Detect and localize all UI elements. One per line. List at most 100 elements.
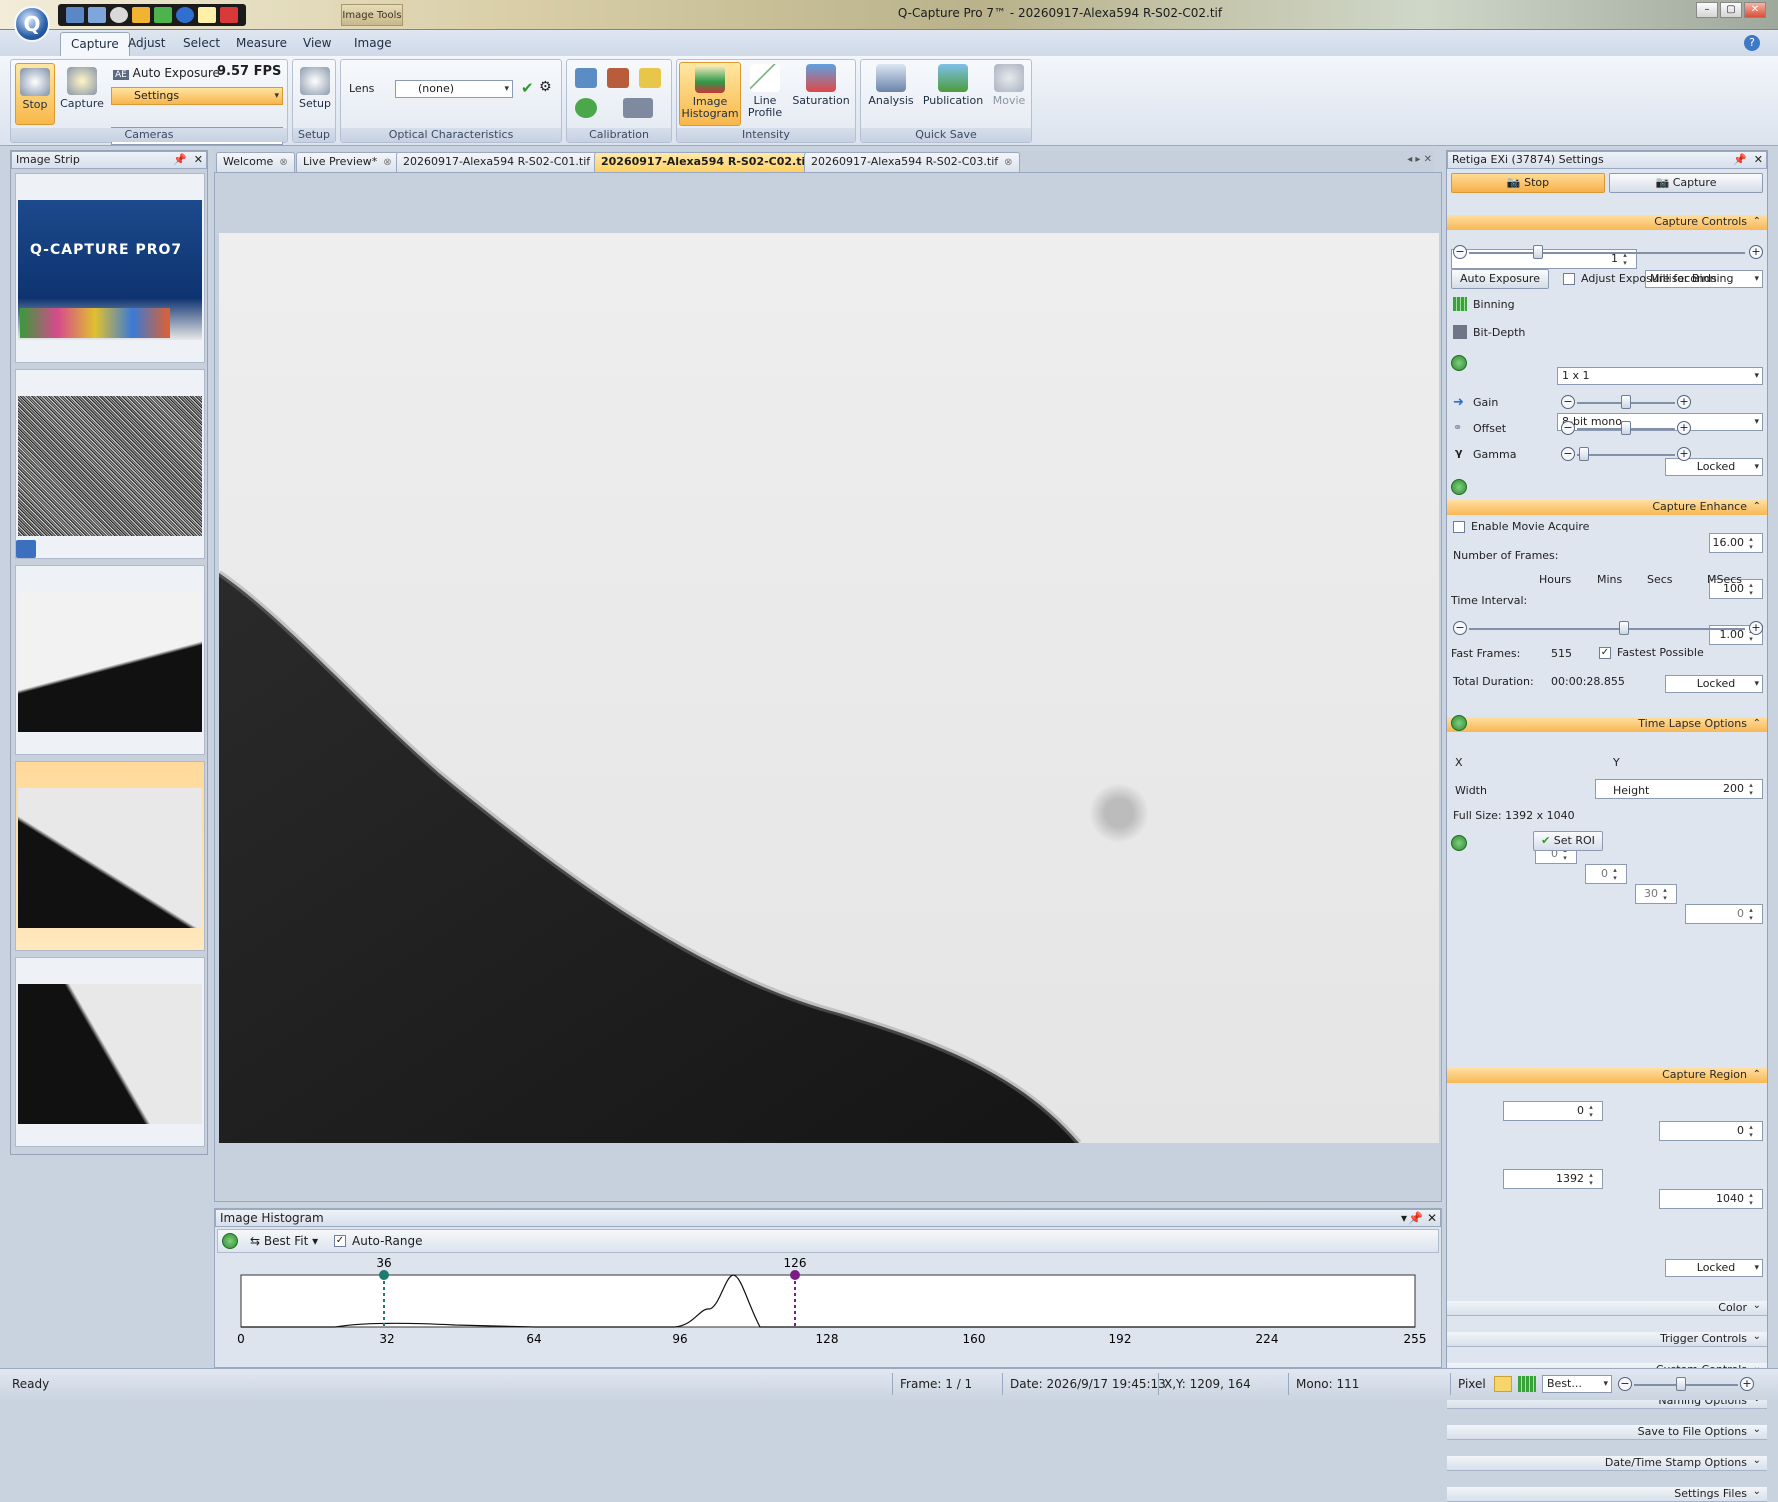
refresh-icon[interactable]	[1451, 715, 1467, 731]
transfer-icon[interactable]	[154, 7, 172, 23]
refresh-icon[interactable]	[1451, 835, 1467, 851]
tab-adjust[interactable]: Adjust	[118, 32, 176, 56]
image-histogram-button[interactable]: Image Histogram	[679, 62, 741, 126]
image-tools-context-tab[interactable]: Image Tools	[341, 4, 403, 26]
ruler-icon[interactable]	[639, 68, 661, 88]
settings-stop-button[interactable]: 📷 Stop	[1451, 173, 1605, 193]
doc-tab-c01[interactable]: 20260917-Alexa594 R-S02-C01.tif⊗	[396, 152, 612, 172]
movie-button[interactable]: Movie	[989, 62, 1029, 126]
image-view-icon[interactable]	[1494, 1376, 1512, 1392]
doc-tab-welcome[interactable]: Welcome ⊗	[216, 152, 295, 172]
capture-locked-dropdown[interactable]: Locked	[1665, 458, 1763, 476]
gain-slider-knob[interactable]	[1621, 395, 1631, 409]
gamma-slider[interactable]	[1577, 454, 1675, 456]
date-time-stamp-section[interactable]: Date/Time Stamp Options	[1447, 1454, 1767, 1471]
decrease-gamma-icon[interactable]: −	[1561, 447, 1575, 461]
zoom-in-icon[interactable]: +	[1740, 1377, 1754, 1391]
close-button[interactable]: ✕	[1744, 2, 1766, 18]
interval-msecs-input[interactable]: 0	[1685, 904, 1763, 924]
time-lapse-section[interactable]: Time Lapse Options	[1447, 717, 1767, 732]
apply-check-icon[interactable]: ✔	[521, 79, 534, 97]
refresh-icon[interactable]	[222, 1233, 238, 1249]
high-marker-handle[interactable]	[790, 1270, 800, 1280]
pointer-icon[interactable]	[198, 7, 216, 23]
pin-icon[interactable]: 📌	[1408, 1210, 1423, 1226]
thumbnail-c01[interactable]	[15, 565, 205, 755]
calibrate-icon[interactable]	[575, 68, 597, 88]
region-locked-dropdown[interactable]: Locked	[1665, 1259, 1763, 1277]
stop-button[interactable]: Stop	[15, 63, 55, 125]
panel-menu-icon[interactable]: ▾	[1401, 1210, 1407, 1226]
tab-measure[interactable]: Measure	[226, 32, 297, 56]
interval-mins-input[interactable]: 0	[1585, 864, 1627, 884]
capture-controls-section[interactable]: Capture Controls	[1447, 215, 1767, 230]
saturation-button[interactable]: Saturation	[789, 62, 853, 126]
minimize-button[interactable]: –	[1696, 2, 1718, 18]
tab-image[interactable]: Image	[344, 32, 402, 56]
grid-view-icon[interactable]	[1518, 1376, 1536, 1392]
camera-calibrate-icon[interactable]	[623, 98, 653, 118]
binning-dropdown[interactable]: 1 x 1	[1557, 367, 1763, 385]
close-tab-icon[interactable]: ⊗	[1004, 157, 1012, 168]
increase-offset-icon[interactable]: +	[1677, 421, 1691, 435]
low-marker-handle[interactable]	[379, 1270, 389, 1280]
pin-icon[interactable]: 📌	[1733, 152, 1747, 168]
close-icon[interactable]: ✕	[1754, 152, 1763, 168]
doc-tab-live-preview[interactable]: Live Preview* ⊗	[296, 152, 399, 172]
settings-capture-button[interactable]: 📷 Capture	[1609, 173, 1763, 193]
auto-exposure-button[interactable]: Auto Exposure	[1451, 269, 1549, 289]
lens-settings-icon[interactable]: ⚙	[539, 79, 552, 95]
publication-button[interactable]: Publication	[921, 62, 985, 126]
y-input[interactable]: 0	[1659, 1121, 1763, 1141]
trigger-controls-section[interactable]: Trigger Controls	[1447, 1330, 1767, 1347]
flat-field-icon[interactable]	[607, 68, 629, 88]
increase-gamma-icon[interactable]: +	[1677, 447, 1691, 461]
offset-slider-knob[interactable]	[1621, 421, 1631, 435]
line-profile-button[interactable]: Line Profile	[745, 62, 785, 126]
refresh-icon[interactable]	[1451, 479, 1467, 495]
width-input[interactable]: 1392	[1503, 1169, 1603, 1189]
pin-icon[interactable]: 📌	[173, 152, 187, 168]
close-icon[interactable]: ✕	[194, 152, 203, 168]
save-to-file-section[interactable]: Save to File Options	[1447, 1423, 1767, 1440]
auto-range-checkbox[interactable]: ✓	[334, 1235, 346, 1247]
increase-interval-icon[interactable]: +	[1749, 621, 1763, 635]
save-icon[interactable]	[88, 7, 106, 23]
tab-select[interactable]: Select	[173, 32, 230, 56]
thumbnail-live-preview[interactable]	[15, 369, 205, 559]
app-logo-icon[interactable]: Q	[14, 6, 50, 42]
capture-enhance-section[interactable]: Capture Enhance	[1447, 500, 1767, 515]
tab-view[interactable]: View	[293, 32, 341, 56]
decrease-offset-icon[interactable]: −	[1561, 421, 1575, 435]
gain-input[interactable]: 16.00	[1709, 533, 1763, 553]
zoom-out-icon[interactable]: −	[1618, 1377, 1632, 1391]
maximize-button[interactable]: ▢	[1720, 2, 1742, 18]
close-tab-icon[interactable]: ⊗	[279, 157, 287, 168]
thumbnail-welcome[interactable]: Q-CAPTURE PRO7	[15, 173, 205, 363]
close-all-icon[interactable]	[220, 7, 238, 23]
color-section[interactable]: Color	[1447, 1299, 1767, 1316]
increase-gain-icon[interactable]: +	[1677, 395, 1691, 409]
settings-dropdown[interactable]: Settings	[111, 87, 283, 105]
doc-tab-c03[interactable]: 20260917-Alexa594 R-S02-C03.tif ⊗	[804, 152, 1020, 172]
capture-button[interactable]: Capture	[60, 63, 104, 125]
decrease-gain-icon[interactable]: −	[1561, 395, 1575, 409]
decrease-interval-icon[interactable]: −	[1453, 621, 1467, 635]
interval-slider-knob[interactable]	[1619, 621, 1629, 635]
refresh-icon[interactable]	[1451, 355, 1467, 371]
thumbnail-c03[interactable]	[15, 957, 205, 1147]
close-tab-icon[interactable]: ⊗	[383, 157, 391, 168]
best-fit-dropdown[interactable]: ⇆ Best Fit ▾	[250, 1234, 318, 1248]
gamma-slider-knob[interactable]	[1579, 447, 1589, 461]
doc-tab-c02[interactable]: 20260917-Alexa594 R-S02-C02.tif⊗	[594, 152, 832, 172]
enhance-locked-dropdown[interactable]: Locked	[1665, 675, 1763, 693]
exposure-slider-knob[interactable]	[1533, 245, 1543, 259]
help-icon[interactable]: ?	[1744, 35, 1760, 51]
paint-icon[interactable]	[132, 7, 150, 23]
zoom-slider-knob[interactable]	[1676, 1377, 1686, 1391]
x-input[interactable]: 0	[1503, 1101, 1603, 1121]
setup-button[interactable]: Setup	[297, 63, 333, 110]
tab-scroll-icons[interactable]: ◂ ▸ ✕	[1407, 154, 1432, 165]
increase-exposure-icon[interactable]: +	[1749, 245, 1763, 259]
lens-dropdown[interactable]: (none)	[395, 80, 513, 98]
